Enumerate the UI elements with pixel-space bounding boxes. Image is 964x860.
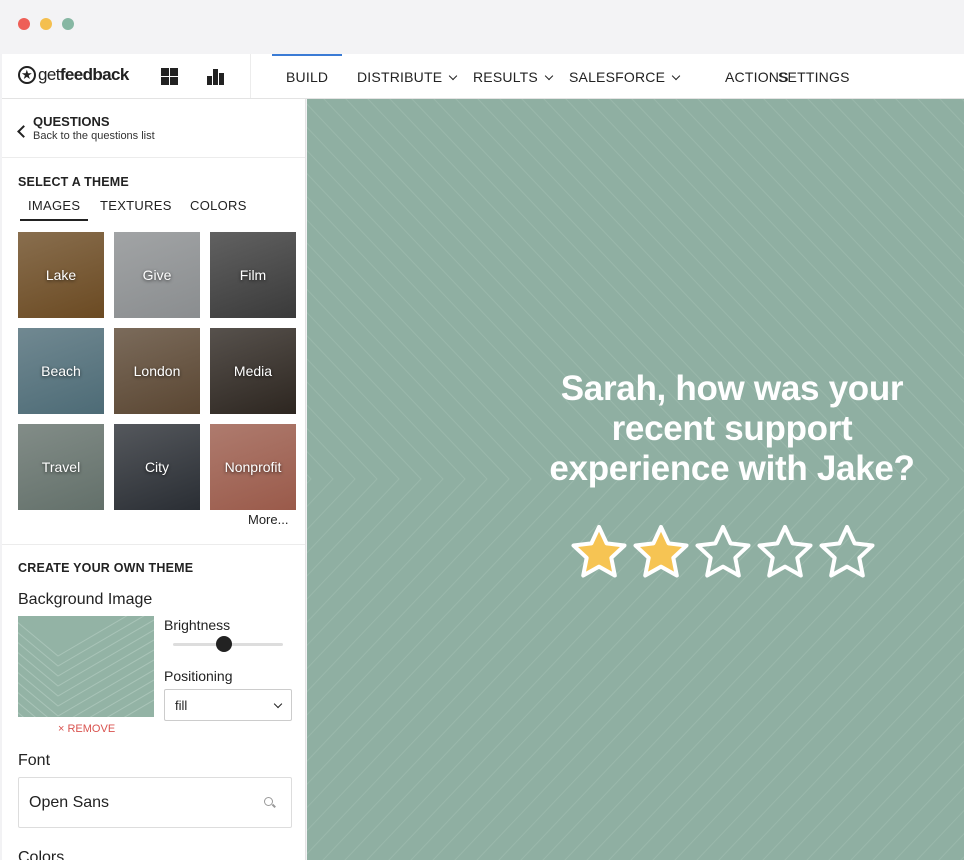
theme-tile-film[interactable]: Film (210, 232, 296, 318)
top-navbar: getfeedback BUILD DISTRIBUTE RESULTS SALESF… (2, 54, 964, 99)
chevron-left-icon (17, 125, 30, 138)
theme-label: Media (233, 363, 273, 379)
theme-label: Beach (41, 363, 81, 379)
colors-label: Colors (18, 849, 65, 860)
chevron-down-icon (448, 71, 458, 81)
logo-suffix: feedback (59, 65, 130, 84)
create-theme-title: CREATE YOUR OWN THEME (18, 561, 194, 575)
more-themes-link[interactable]: More... (248, 512, 288, 527)
chevron-down-icon (544, 71, 554, 81)
nav-label: SETTINGS (778, 69, 850, 85)
window-chrome (0, 0, 964, 54)
getfeedback-logo[interactable]: getfeedback (18, 64, 129, 86)
select-theme-title: SELECT A THEME (18, 175, 129, 189)
nav-salesforce[interactable]: SALESFORCE (569, 69, 681, 85)
theme-tile-city[interactable]: City (114, 424, 200, 510)
star-empty-icon[interactable] (693, 523, 753, 583)
nav-build[interactable]: BUILD (286, 69, 328, 85)
active-tab-indicator (272, 54, 342, 56)
survey-question: Sarah, how was your recent support exper… (549, 369, 915, 488)
theme-label: Film (239, 267, 267, 283)
minimize-window-button[interactable] (40, 18, 52, 30)
theme-tile-lake[interactable]: Lake (18, 232, 104, 318)
back-title: QUESTIONS (33, 114, 110, 129)
nav-label: BUILD (286, 69, 329, 85)
survey-preview: Sarah, how was your recent support exper… (307, 99, 964, 860)
maximize-window-button[interactable] (62, 18, 74, 30)
positioning-label: Positioning (164, 668, 233, 684)
dashboard-grid-icon[interactable] (159, 67, 179, 85)
star-filled-icon[interactable] (569, 523, 629, 583)
brightness-label: Brightness (164, 617, 231, 633)
background-image-thumbnail[interactable] (18, 616, 154, 717)
nav-results[interactable]: RESULTS (473, 69, 554, 85)
theme-tile-media[interactable]: Media (210, 328, 296, 414)
chevron-down-icon (273, 699, 283, 709)
nav-label: RESULTS (473, 69, 538, 85)
star-empty-icon[interactable] (817, 523, 877, 583)
theme-tile-london[interactable]: London (114, 328, 200, 414)
back-to-questions-link[interactable]: QUESTIONS Back to the questions list (2, 99, 305, 158)
section-divider (2, 544, 305, 545)
star-filled-icon[interactable] (631, 523, 691, 583)
search-icon (264, 797, 273, 806)
close-window-button[interactable] (18, 18, 30, 30)
theme-label: Nonprofit (224, 459, 282, 475)
remove-background-button[interactable]: × REMOVE (58, 723, 115, 735)
theme-label: London (133, 363, 181, 379)
nav-settings[interactable]: SETTINGS (778, 69, 850, 85)
chevron-texture-thumbnail (18, 616, 154, 717)
tab-colors[interactable]: COLORS (190, 198, 247, 213)
nav-distribute[interactable]: DISTRIBUTE (357, 69, 458, 85)
tab-images[interactable]: IMAGES (20, 198, 89, 221)
star-logo-icon (18, 66, 36, 84)
font-value: Open Sans (29, 794, 110, 811)
theme-label: Lake (45, 267, 77, 283)
logo-prefix: get (38, 65, 60, 84)
theme-label: City (144, 459, 170, 475)
positioning-value: fill (175, 698, 188, 713)
star-rating[interactable] (569, 523, 889, 583)
theme-sidebar: QUESTIONS Back to the questions list SEL… (2, 99, 306, 860)
theme-tile-beach[interactable]: Beach (18, 328, 104, 414)
font-label: Font (18, 752, 51, 769)
theme-label: Give (142, 267, 172, 283)
background-image-label: Background Image (18, 591, 153, 608)
positioning-select[interactable]: fill (164, 689, 292, 721)
nav-divider (250, 54, 251, 98)
tab-textures[interactable]: TEXTURES (100, 198, 172, 213)
back-subtitle: Back to the questions list (33, 130, 155, 142)
theme-tile-nonprofit[interactable]: Nonprofit (210, 424, 296, 510)
nav-label: SALESFORCE (569, 69, 666, 85)
theme-tile-travel[interactable]: Travel (18, 424, 104, 510)
chevron-down-icon (671, 71, 681, 81)
font-search-input[interactable]: Open Sans (18, 777, 292, 828)
theme-tile-give[interactable]: Give (114, 232, 200, 318)
theme-label: Travel (41, 459, 81, 475)
star-empty-icon[interactable] (755, 523, 815, 583)
nav-label: DISTRIBUTE (357, 69, 443, 85)
analytics-bars-icon[interactable] (206, 67, 226, 85)
brightness-slider-handle[interactable] (216, 636, 232, 652)
